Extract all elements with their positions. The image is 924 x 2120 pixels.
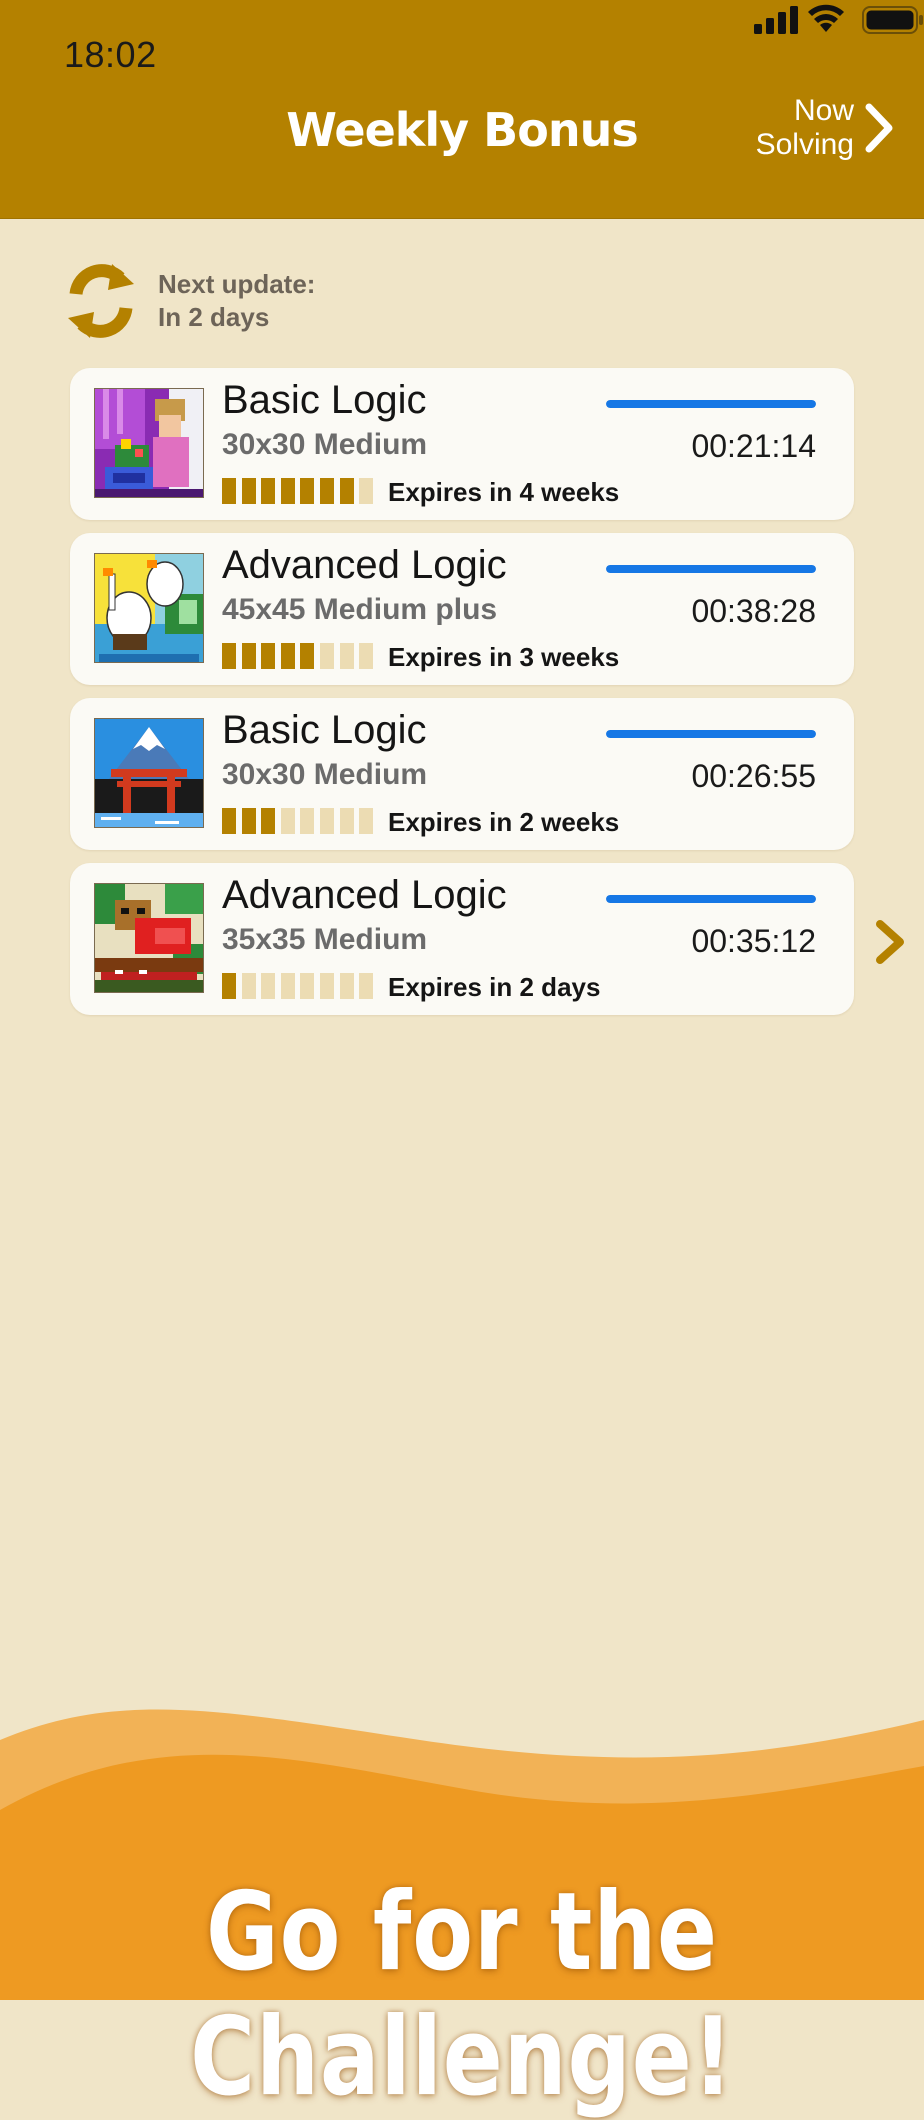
expiry-block [339, 808, 354, 834]
signal-icon [754, 6, 798, 34]
expiry-block [339, 478, 354, 504]
status-time: 18:02 [64, 34, 157, 75]
expiry-block [359, 643, 374, 669]
footer-slogan: Go for the Challenge! [190, 1870, 734, 2120]
puzzle-thumbnail [94, 388, 204, 498]
now-solving-label: Now Solving [755, 94, 854, 161]
solve-time: 00:26:55 [691, 758, 816, 794]
puzzle-size: 35x35 Medium [222, 923, 428, 956]
puzzle-name: Advanced Logic [222, 873, 507, 917]
expiry-block [280, 478, 295, 504]
expiry-block [319, 643, 334, 669]
puzzle-card[interactable]: Basic Logic 30x30 Medium 00:21:14 Expire… [70, 368, 854, 520]
expiry-block [339, 643, 354, 669]
puzzle-card[interactable]: Advanced Logic 35x35 Medium 00:35:12 Exp… [70, 863, 854, 1015]
puzzle-card[interactable]: Advanced Logic 45x45 Medium plus 00:38:2… [70, 533, 854, 685]
battery-icon [862, 6, 923, 34]
expiry-block [319, 808, 334, 834]
progress-bar [606, 400, 816, 408]
next-update-value: In 2 days [158, 302, 270, 332]
expiry-blocks [222, 808, 379, 834]
expiry-block [339, 973, 354, 999]
puzzle-thumbnail [94, 553, 204, 663]
expiry-block [300, 478, 315, 504]
progress-bar [606, 730, 816, 738]
expiry-block [261, 478, 276, 504]
puzzle-size: 30x30 Medium [222, 428, 428, 461]
expiry-block [300, 808, 315, 834]
expiry-blocks [222, 643, 379, 669]
progress-fill [606, 565, 816, 573]
expires-label: Expires in 2 weeks [388, 807, 620, 837]
expiry-blocks [222, 478, 379, 504]
puzzle-name: Advanced Logic [222, 543, 507, 587]
expiry-block [300, 643, 315, 669]
wifi-icon [808, 4, 844, 32]
puzzle-name: Basic Logic [222, 708, 427, 752]
chevron-right-icon [865, 103, 893, 153]
expires-label: Expires in 4 weeks [388, 477, 620, 507]
expiry-block [319, 478, 334, 504]
expiry-block [241, 478, 256, 504]
expiry-blocks [222, 973, 379, 999]
puzzle-size: 45x45 Medium plus [222, 593, 498, 626]
expiry-block [359, 808, 374, 834]
progress-fill [606, 895, 816, 903]
puzzle-name: Basic Logic [222, 378, 427, 422]
progress-fill [606, 400, 816, 408]
expiry-block [300, 973, 315, 999]
expires-label: Expires in 3 weeks [388, 642, 620, 672]
expiry-block [261, 808, 276, 834]
expiry-block [359, 973, 374, 999]
next-update: Next update: In 2 days [60, 256, 315, 346]
chevron-right-icon[interactable] [874, 918, 906, 966]
expires-label: Expires in 2 days [388, 972, 601, 1002]
solve-time: 00:21:14 [691, 428, 816, 464]
expiry-block [222, 478, 236, 504]
expiry-block [319, 973, 334, 999]
puzzle-size: 30x30 Medium [222, 758, 428, 791]
puzzle-thumbnail [94, 718, 204, 828]
puzzle-thumbnail [94, 883, 204, 993]
solve-time: 00:35:12 [691, 923, 816, 959]
puzzle-card[interactable]: Basic Logic 30x30 Medium 00:26:55 Expire… [70, 698, 854, 850]
expiry-block [222, 973, 236, 999]
expiry-block [241, 643, 256, 669]
refresh-icon [68, 264, 134, 338]
progress-bar [606, 565, 816, 573]
solve-time: 00:38:28 [691, 593, 816, 629]
expiry-block [241, 808, 256, 834]
expiry-block [280, 973, 295, 999]
expiry-block [261, 973, 276, 999]
expiry-block [261, 643, 276, 669]
header-bar: 18:02 Weekly Bonus Now Solving [0, 0, 924, 219]
now-solving-button[interactable]: Now Solving [756, 91, 894, 165]
expiry-block [280, 808, 295, 834]
footer-banner: Go for the Challenge! [0, 1700, 924, 2120]
expiry-block [222, 643, 236, 669]
expiry-block [222, 808, 236, 834]
progress-bar [606, 895, 816, 903]
expiry-block [241, 973, 256, 999]
expiry-block [359, 478, 374, 504]
next-update-label: Next update: [158, 269, 316, 299]
expiry-block [280, 643, 295, 669]
progress-fill [606, 730, 816, 738]
